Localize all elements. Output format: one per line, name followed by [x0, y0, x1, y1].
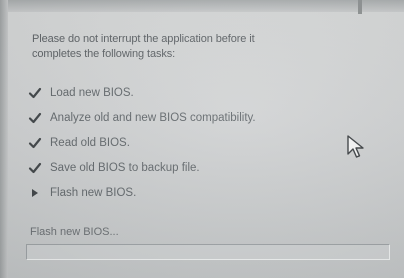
progress-panel: Please do not interrupt the application … [8, 12, 404, 278]
task-label: Analyze old and new BIOS compatibility. [50, 111, 256, 124]
instructions-text: Please do not interrupt the application … [32, 32, 352, 62]
mouse-pointer-icon [347, 135, 364, 158]
task-item-save-backup: Save old BIOS to backup file. [28, 155, 256, 180]
instructions-line-1: Please do not interrupt the application … [32, 33, 255, 45]
task-label: Flash new BIOS. [50, 186, 137, 199]
task-item-read-old-bios: Read old BIOS. [28, 130, 256, 155]
window-left-edge [0, 0, 8, 278]
task-item-analyze-compatibility: Analyze old and new BIOS compatibility. [28, 105, 256, 130]
flash-bios-window: Please do not interrupt the application … [0, 0, 404, 278]
task-item-load-bios: Load new BIOS. [28, 80, 256, 105]
checkmark-icon [28, 162, 42, 173]
task-list: Load new BIOS. Analyze old and new BIOS … [28, 80, 256, 205]
instructions-line-2: completes the following tasks: [32, 48, 176, 60]
checkmark-icon [28, 112, 42, 123]
task-label: Load new BIOS. [50, 86, 134, 99]
task-label: Read old BIOS. [50, 136, 130, 149]
status-text: Flash new BIOS... [30, 226, 119, 238]
triangle-right-icon [32, 188, 38, 197]
checkmark-icon [28, 87, 42, 98]
progress-bar [26, 244, 390, 260]
checkmark-icon [28, 137, 42, 148]
task-label: Save old BIOS to backup file. [50, 161, 200, 174]
task-item-flash-new-bios: Flash new BIOS. [28, 180, 256, 205]
window-top-edge [0, 0, 404, 12]
